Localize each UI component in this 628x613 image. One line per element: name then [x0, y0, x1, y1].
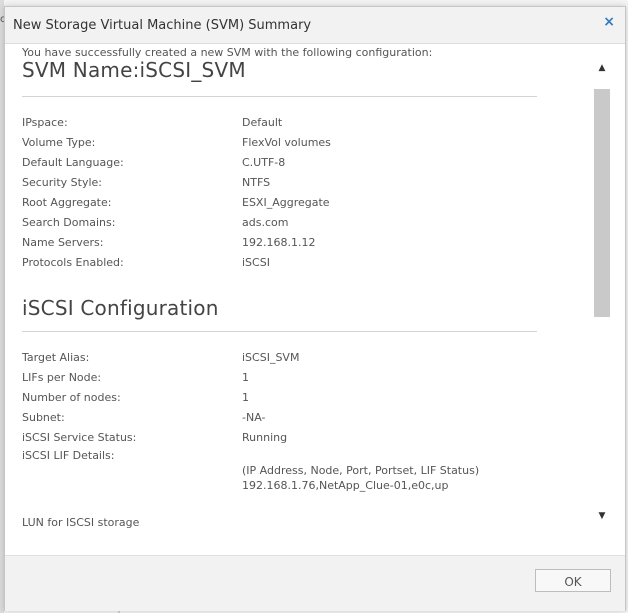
subnet-value: -NA- [242, 411, 266, 424]
iscsi-lif-details-label: iSCSI LIF Details: [22, 449, 115, 462]
ipspace-label: IPspace: [22, 116, 68, 129]
security-style-label: Security Style: [22, 176, 103, 189]
search-domains-value: ads.com [242, 216, 289, 229]
number-of-nodes-label: Number of nodes: [22, 391, 121, 404]
section-divider [22, 96, 537, 97]
dialog-title: New Storage Virtual Machine (SVM) Summar… [13, 18, 312, 33]
target-alias-label: Target Alias: [22, 351, 90, 364]
scroll-up-arrow-icon[interactable]: ▲ [593, 63, 611, 79]
dialog-footer: OK [5, 555, 625, 611]
search-domains-label: Search Domains: [22, 216, 116, 229]
close-icon[interactable]: × [603, 14, 615, 30]
ok-button[interactable]: OK [535, 569, 611, 592]
iscsi-configuration-heading: iSCSI Configuration [22, 296, 219, 320]
scroll-thumb[interactable] [594, 89, 610, 317]
svm-name-heading: SVM Name:iSCSI_SVM [22, 58, 246, 82]
lifs-per-node-value: 1 [242, 371, 249, 384]
protocols-enabled-label: Protocols Enabled: [22, 256, 124, 269]
lun-label: LUN for ISCSI storage [22, 516, 140, 529]
protocols-enabled-value: iSCSI [242, 256, 270, 269]
ipspace-value: Default [242, 116, 283, 129]
name-servers-label: Name Servers: [22, 236, 104, 249]
scroll-down-arrow-icon[interactable]: ▼ [593, 511, 611, 527]
target-alias-value: iSCSI_SVM [242, 351, 300, 364]
dialog-title-bar: New Storage Virtual Machine (SVM) Summar… [5, 7, 625, 44]
iscsi-service-status-value: Running [242, 431, 288, 444]
lifs-per-node-label: LIFs per Node: [22, 371, 102, 384]
number-of-nodes-value: 1 [242, 391, 249, 404]
dialog-content: You have successfully created a new SVM … [5, 44, 615, 534]
subnet-label: Subnet: [22, 411, 65, 424]
root-aggregate-value: ESXI_Aggregate [242, 196, 330, 209]
svm-summary-dialog: New Storage Virtual Machine (SVM) Summar… [4, 6, 626, 611]
security-style-value: NTFS [242, 176, 271, 189]
iscsi-lif-details-header: (IP Address, Node, Port, Portset, LIF St… [242, 464, 480, 477]
section-divider [22, 331, 537, 332]
iscsi-lif-details-value: 192.168.1.76,NetApp_Clue-01,e0c,up [242, 479, 449, 492]
default-language-label: Default Language: [22, 156, 124, 169]
volume-type-label: Volume Type: [22, 136, 96, 149]
default-language-value: C.UTF-8 [242, 156, 286, 169]
vertical-scrollbar[interactable]: ▲ ▼ [593, 59, 611, 529]
root-aggregate-label: Root Aggregate: [22, 196, 112, 209]
volume-type-value: FlexVol volumes [242, 136, 331, 149]
iscsi-service-status-label: iSCSI Service Status: [22, 431, 137, 444]
name-servers-value: 192.168.1.12 [242, 236, 316, 249]
